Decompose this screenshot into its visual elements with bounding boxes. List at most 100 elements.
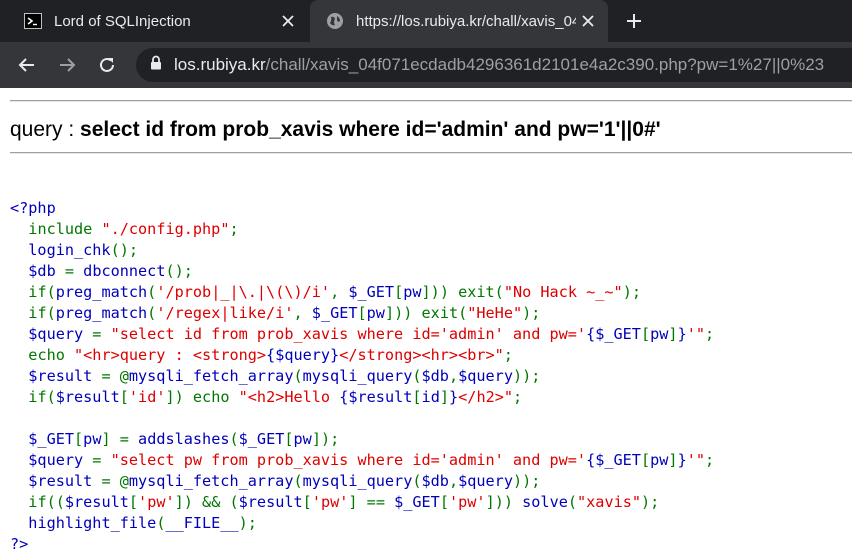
code-token: "select pw from prob_xavis where id='adm… [110,451,587,469]
code-line: if(preg_match('/regex|like/i', $_GET[pw]… [10,303,714,324]
code-token: } [677,325,687,343]
code-token: "<hr>query : <strong> [74,346,267,364]
code-token: , [330,283,349,301]
code-token: ( [293,367,303,385]
code-token: ( [229,430,239,448]
code-token: [ [74,430,84,448]
code-token: if( [28,388,56,406]
code-token: } [449,388,459,406]
code-token: [ [640,451,651,469]
url-text: los.rubiya.kr/chall/xavis_04f071ecdadb42… [174,55,824,75]
code-token: $_GET [311,304,358,322]
close-icon[interactable] [576,9,600,33]
reload-icon[interactable] [94,52,120,78]
code-token: , [293,304,312,322]
code-line: $result = @mysqli_fetch_array(mysqli_que… [10,471,714,492]
code-token: addslashes [138,430,230,448]
code-token: ]) && ( [174,493,239,511]
code-token: $result [238,493,303,511]
code-token: [ [119,388,129,406]
code-token: $result [55,388,120,406]
url-path: /chall/xavis_04f071ecdadb4296361d2101e4a… [265,55,825,74]
code-token: "./config.php" [101,220,230,238]
code-token: ( [147,304,157,322]
tab-lord-of-sqlinjection[interactable]: Lord of SQLInjection [8,0,308,42]
code-token: preg_match [55,283,148,301]
code-token: $_GET [394,493,440,511]
code-token: ); [522,304,541,322]
code-token: dbconnect [83,262,166,280]
globe-icon [326,12,344,30]
code-line: highlight_file(__FILE__); [10,513,714,534]
code-token: $db [10,262,65,280]
code-token: = @ [101,367,129,385]
code-token: $query [458,472,513,490]
code-token: ); [622,283,641,301]
code-token: "xavis" [577,493,642,511]
code-token: } [677,451,687,469]
code-token: )); [512,472,541,490]
code-token: highlight_file [28,514,157,532]
code-token: 'pw' [138,493,175,511]
code-token: {$query} [266,346,340,364]
code-token: "HeHe" [467,304,523,322]
terminal-icon [24,12,42,30]
tab-xavis-challenge[interactable]: https://los.rubiya.kr/chall/xavis_04f071… [310,0,608,42]
lock-icon[interactable] [150,55,162,75]
page-content: query : select id from prob_xavis where … [0,88,852,556]
code-token: <?php [10,199,56,217]
forward-icon[interactable] [54,52,80,78]
code-token: ]); [311,430,340,448]
code-token: (); [110,241,139,259]
code-token: ); [641,493,660,511]
code-token: "<h2>Hello [238,388,340,406]
code-line: if($result['id']) echo "<h2>Hello {$resu… [10,387,714,408]
code-line: $db = dbconnect(); [10,261,714,282]
code-token: $_GET [238,430,285,448]
code-token: [ [439,493,449,511]
code-line: $query = "select pw from prob_xavis wher… [10,450,714,471]
code-token: __FILE__ [165,514,239,532]
code-token: $query [10,325,93,343]
code-token: $db [421,367,449,385]
horizontal-rule [10,152,852,154]
code-token: mysqli_query [302,367,413,385]
code-token: [ [394,283,404,301]
address-bar[interactable]: los.rubiya.kr/chall/xavis_04f071ecdadb42… [136,48,852,82]
code-token: ?> [10,535,29,553]
code-token: if( [28,304,56,322]
code-line: if(preg_match('/prob|_|\.|\(\)/i', $_GET… [10,282,714,303]
code-token: = [92,325,111,343]
code-token: [ [284,430,294,448]
code-token: echo [28,346,75,364]
code-line: include "./config.php"; [10,219,714,240]
code-token: pw [650,451,669,469]
code-token: pw [83,430,102,448]
back-icon[interactable] [14,52,40,78]
query-output: query : select id from prob_xavis where … [10,118,661,142]
code-line: <?php [10,198,714,219]
toolbar: los.rubiya.kr/chall/xavis_04f071ecdadb42… [0,42,852,88]
code-token: = [92,451,111,469]
code-token: {$result [339,388,413,406]
tab-strip: Lord of SQLInjection https://los.rubiya.… [0,0,852,42]
code-token: , [448,472,459,490]
code-token: ( [412,472,422,490]
code-token: id [421,388,440,406]
code-token: ; [229,220,239,238]
code-token: (); [165,262,193,280]
code-token: $query [10,451,93,469]
code-line: echo "<hr>query : <strong>{$query}</stro… [10,345,714,366]
code-token: mysqli_fetch_array [128,367,294,385]
code-token: pw [650,325,669,343]
code-token: )); [512,367,541,385]
code-token: ])) [485,493,523,511]
close-icon[interactable] [276,9,300,33]
code-line: if(($result['pw']) && ($result['pw'] == … [10,492,714,513]
code-token: if( [28,283,56,301]
plus-icon[interactable] [622,9,646,33]
